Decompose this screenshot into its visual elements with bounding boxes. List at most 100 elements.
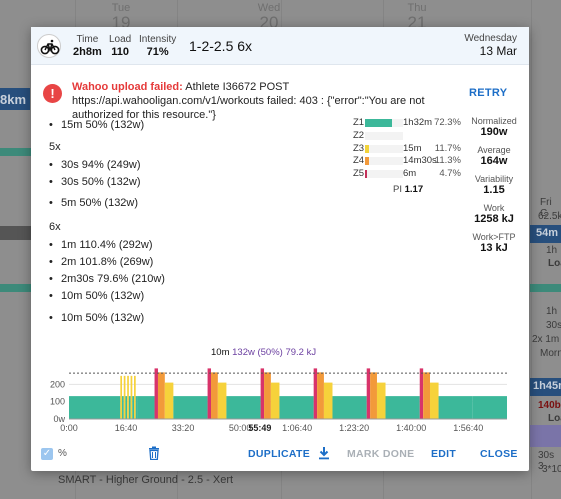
chart-bar	[313, 368, 318, 419]
zone-row: Z2	[353, 130, 461, 142]
chart-bar	[69, 396, 121, 419]
chart-bar	[164, 382, 174, 419]
zone-row: Z1 1h32m 72.3%	[353, 117, 461, 128]
chart-bar	[127, 375, 129, 419]
chart-bar	[317, 372, 324, 419]
calendar-event[interactable]: 8km	[0, 88, 30, 110]
chart-bar	[122, 396, 124, 419]
chart-bar	[472, 396, 507, 419]
chart-bar	[385, 396, 420, 419]
step-item: 30s 94% (249w)	[49, 159, 141, 171]
chart-bar	[270, 382, 280, 419]
chart-bar	[370, 372, 377, 419]
calendar-event-label: 54m	[536, 227, 559, 239]
chart-y-tick: 200	[50, 379, 65, 389]
workout-title: 1-2-2.5 6x	[189, 38, 253, 54]
step-item: 15m 50% (132w)	[49, 119, 144, 131]
zone-row: Z3 15m 11.7%	[353, 143, 461, 154]
chart-bar	[157, 372, 165, 419]
pi-value: PI 1.17	[393, 184, 424, 195]
upload-error-message: Wahoo upload failed: Athlete I36672 POST…	[72, 80, 434, 122]
calendar-chart-thumb	[530, 425, 561, 447]
chart-x-tick: 1:56:40	[453, 423, 483, 433]
calendar-event-label: 8km	[0, 92, 27, 107]
error-prefix: Wahoo upload failed:	[72, 81, 183, 93]
chart-x-tick: 33:20	[172, 423, 195, 433]
calendar-text: 62.5kJ	[538, 211, 561, 222]
step-item: 2m 101.8% (269w)	[49, 256, 153, 268]
chart-cursor-label: 55:49	[248, 423, 271, 433]
step-item: 5m 50% (132w)	[49, 197, 138, 209]
time-stat: Time 2h8m	[73, 34, 102, 58]
chart-bar	[376, 382, 386, 419]
calendar-event-bar	[0, 226, 31, 240]
calendar-event-bar	[530, 284, 561, 292]
chart-x-tick: 0:00	[60, 423, 78, 433]
calendar-event[interactable]: 54m	[530, 225, 561, 243]
chart-bar	[217, 382, 227, 419]
step-repeat: 6x	[49, 221, 61, 233]
calendar-event[interactable]: 1h45m	[530, 378, 561, 396]
chart-bar	[125, 396, 128, 419]
chart-bar	[423, 372, 431, 419]
power-chart[interactable]: 0w1002000:00 16:40 33:20 50:00 1:06:40 1:23:2…	[37, 361, 523, 437]
calendar-text: 1h	[546, 306, 558, 317]
chart-bar	[226, 396, 261, 419]
chart-y-tick: 100	[50, 397, 65, 407]
step-item: 10m 50% (132w)	[49, 290, 144, 302]
dialog-footer: ✓ % DUPLICATE MARK DONE EDIT CLOSE	[31, 441, 529, 471]
metric-work: Work 1258 kJ	[474, 203, 514, 225]
chart-bar	[154, 368, 158, 419]
zone-bar-fill	[365, 119, 393, 127]
calendar-event-title[interactable]: SMART - Higher Ground - 2.5 - Xert	[58, 474, 233, 486]
chart-bar	[130, 375, 133, 419]
chart-bar	[211, 372, 218, 419]
step-repeat: 5x	[49, 141, 61, 153]
calendar-event-bar	[0, 284, 31, 292]
zone-bar-fill	[365, 170, 367, 178]
workout-date: Wednesday 13 Mar	[464, 33, 517, 58]
chart-bar	[137, 396, 155, 419]
edit-button[interactable]: EDIT	[431, 448, 456, 460]
error-icon: !	[43, 84, 62, 103]
zone-row: Z5 6m 4.7%	[353, 168, 461, 179]
chart-x-tick: 1:06:40	[282, 423, 312, 433]
calendar-text: 1h	[546, 245, 558, 256]
duplicate-button[interactable]: DUPLICATE	[248, 448, 310, 460]
step-item: 30s 50% (132w)	[49, 176, 141, 188]
calendar-text: 140b	[538, 400, 561, 411]
chart-bar	[279, 396, 314, 419]
chart-hover-label: 10m 132w (50%) 79.2 kJ	[211, 347, 317, 358]
chart-bar	[173, 396, 208, 419]
percent-label: %	[58, 448, 67, 459]
chart-bar	[323, 382, 333, 419]
chart-bar	[438, 396, 473, 419]
chart-bar	[120, 375, 123, 419]
mark-done-button[interactable]: MARK DONE	[347, 448, 414, 460]
chart-bar	[264, 372, 271, 419]
workout-dialog: Time 2h8m Load 110 Intensity 71% 1-2-2.5 6x…	[31, 27, 529, 471]
load-stat: Load 110	[109, 34, 132, 58]
trash-icon[interactable]	[148, 446, 160, 461]
chart-bar	[430, 382, 439, 419]
calendar-text: Loa	[548, 413, 561, 424]
step-item: 10m 50% (132w)	[49, 312, 144, 324]
chart-bar	[260, 368, 265, 419]
chart-bar	[123, 375, 126, 419]
zone-row: Z4 14m30s 11.3%	[353, 155, 461, 166]
metric-average: Average 164w	[477, 145, 511, 167]
dialog-header: Time 2h8m Load 110 Intensity 71% 1-2-2.5 6x…	[31, 27, 529, 65]
zone-bar-fill	[365, 145, 370, 153]
close-button[interactable]: CLOSE	[480, 448, 518, 460]
metric-variability: Variability 1.15	[474, 174, 514, 196]
step-item: 1m 110.4% (292w)	[49, 239, 153, 251]
percent-checkbox[interactable]: ✓	[41, 448, 53, 460]
chart-x-tick: 1:40:00	[396, 423, 426, 433]
download-icon[interactable]	[318, 446, 330, 460]
chart-bar	[207, 368, 212, 419]
chart-bar	[366, 368, 371, 419]
metric-normalized: Normalized 190w	[471, 116, 517, 138]
retry-button[interactable]: RETRY	[469, 87, 507, 99]
chart-bar	[419, 368, 424, 419]
chart-x-tick: 1:23:20	[339, 423, 369, 433]
